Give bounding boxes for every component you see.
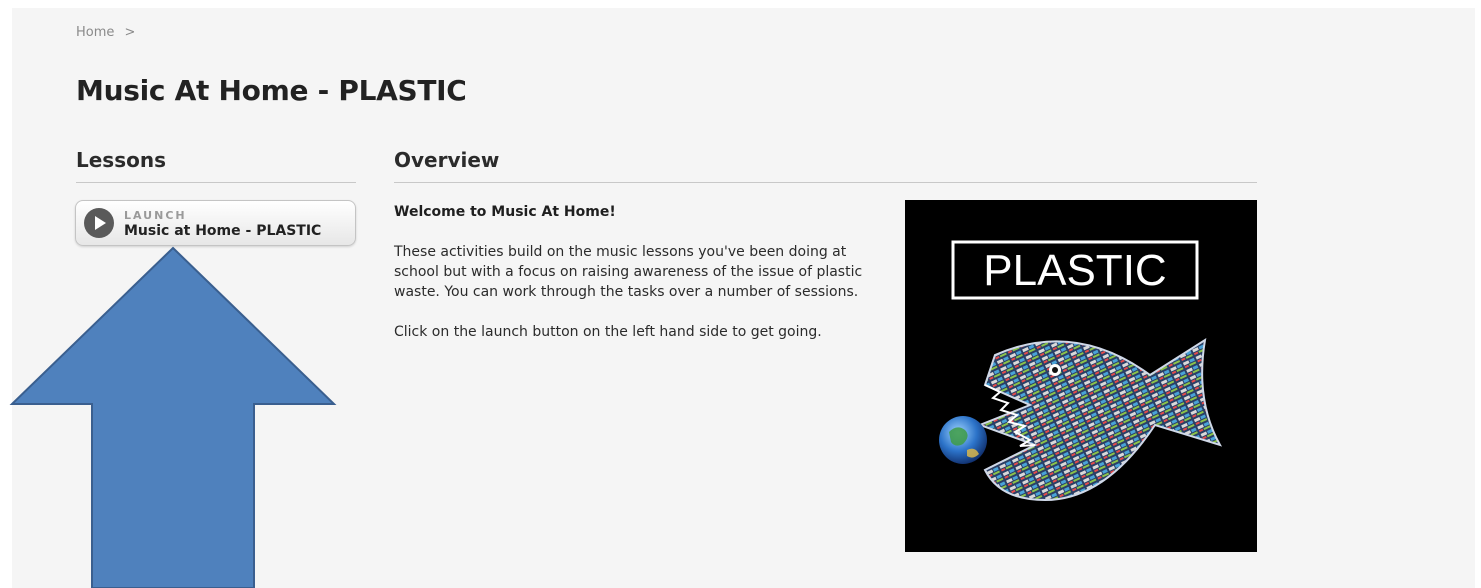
launch-label: LAUNCH <box>124 209 187 222</box>
breadcrumb-home-link[interactable]: Home <box>76 25 114 40</box>
play-icon <box>84 208 114 238</box>
breadcrumb: Home > <box>76 25 135 40</box>
arrow-shape <box>9 246 337 588</box>
page-title: Music At Home - PLASTIC <box>76 74 467 107</box>
lesson-name: Music at Home - PLASTIC <box>124 223 322 239</box>
plastic-poster-image: PLASTIC <box>905 200 1257 552</box>
up-arrow-icon <box>9 246 337 588</box>
plastic-fish-eating-earth-image: PLASTIC <box>939 240 1223 502</box>
lessons-heading: Lessons <box>76 148 166 172</box>
welcome-heading: Welcome to Music At Home! <box>394 204 616 220</box>
poster-title: PLASTIC <box>983 246 1166 295</box>
overview-text: Welcome to Music At Home! These activiti… <box>394 202 889 362</box>
breadcrumb-separator: > <box>124 25 136 40</box>
lessons-divider <box>76 182 356 183</box>
overview-divider <box>394 182 1257 183</box>
launch-lesson-button[interactable]: LAUNCH Music at Home - PLASTIC <box>75 200 356 246</box>
overview-heading: Overview <box>394 148 500 172</box>
overview-paragraph-2: Click on the launch button on the left h… <box>394 324 822 340</box>
plastic-fish-shape <box>977 337 1223 502</box>
overview-paragraph-1: These activities build on the music less… <box>394 244 863 300</box>
